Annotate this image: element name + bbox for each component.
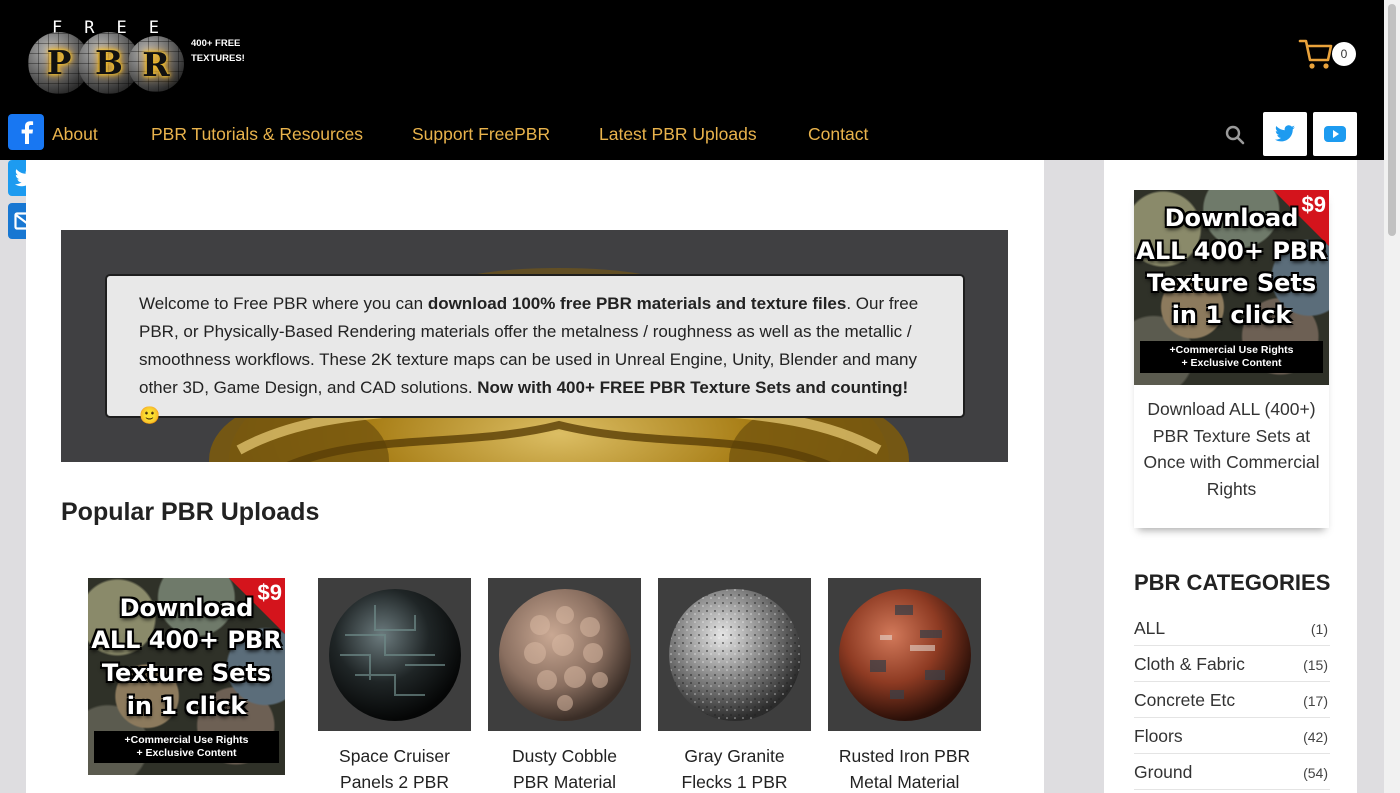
cart-button[interactable]: 0 bbox=[1298, 36, 1360, 72]
welcome-highlight-1: download 100% free PBR materials and tex… bbox=[427, 294, 847, 313]
logo-tagline: 400+ FREE TEXTURES! bbox=[191, 38, 245, 64]
product-card[interactable]: Rusted Iron PBR Metal Material bbox=[828, 578, 981, 793]
nav-tutorials[interactable]: PBR Tutorials & Resources bbox=[151, 124, 363, 145]
popular-uploads-heading: Popular PBR Uploads bbox=[61, 498, 320, 526]
twitter-header-button[interactable] bbox=[1263, 112, 1307, 156]
product-title[interactable]: Space Cruiser Panels 2 PBR bbox=[318, 743, 471, 793]
category-item[interactable]: ALL (1) bbox=[1134, 610, 1330, 646]
gray-granite-sphere-image bbox=[668, 588, 801, 721]
welcome-text-box: Welcome to Free PBR where you can downlo… bbox=[105, 274, 965, 425]
categories-heading: PBR CATEGORIES bbox=[1134, 570, 1331, 595]
sidebar-bundle-caption[interactable]: Download ALL (400+) PBR Texture Sets at … bbox=[1134, 396, 1329, 502]
sidebar-bundle-promo-image[interactable]: $9 Download ALL 400+ PBR Texture Sets in… bbox=[1134, 190, 1329, 385]
nav-support[interactable]: Support FreePBR bbox=[412, 124, 550, 145]
site-logo[interactable]: FREE P B R bbox=[22, 18, 184, 94]
twitter-icon bbox=[1275, 125, 1295, 142]
product-title[interactable]: Rusted Iron PBR Metal Material bbox=[828, 743, 981, 793]
youtube-icon bbox=[1324, 126, 1346, 142]
product-thumbnail[interactable] bbox=[658, 578, 811, 731]
product-card[interactable]: Space Cruiser Panels 2 PBR bbox=[318, 578, 471, 793]
cart-count-badge: 0 bbox=[1332, 42, 1356, 66]
cart-icon bbox=[1298, 39, 1333, 69]
logo-ball-r: R bbox=[128, 36, 184, 92]
site-header: FREE P B R 400+ FREE TEXTURES! 0 About P… bbox=[0, 0, 1384, 160]
space-cruiser-sphere-image bbox=[328, 588, 461, 721]
product-thumbnail[interactable] bbox=[318, 578, 471, 731]
category-item[interactable]: Floors (42) bbox=[1134, 718, 1330, 754]
promo-rights: +Commercial Use Rights + Exclusive Conte… bbox=[1140, 341, 1323, 373]
dusty-cobble-sphere-image bbox=[498, 588, 631, 721]
product-title[interactable]: Gray Granite Flecks 1 PBR bbox=[658, 743, 811, 793]
product-card[interactable]: Dusty Cobble PBR Material bbox=[488, 578, 641, 793]
bundle-promo-card[interactable]: $9 Download ALL 400+ PBR Texture Sets in… bbox=[88, 578, 285, 775]
search-button[interactable] bbox=[1224, 124, 1246, 146]
share-facebook-button[interactable] bbox=[8, 114, 44, 150]
logo-free-text: FREE bbox=[52, 18, 181, 38]
sidebar-bundle-card[interactable]: $9 Download ALL 400+ PBR Texture Sets in… bbox=[1134, 190, 1329, 528]
product-title[interactable]: Dusty Cobble PBR Material bbox=[488, 743, 641, 793]
nav-contact[interactable]: Contact bbox=[808, 124, 868, 145]
product-thumbnail[interactable] bbox=[488, 578, 641, 731]
product-card[interactable]: Gray Granite Flecks 1 PBR bbox=[658, 578, 811, 793]
sidebar: $9 Download ALL 400+ PBR Texture Sets in… bbox=[1104, 160, 1357, 793]
promo-rights: +Commercial Use Rights + Exclusive Conte… bbox=[94, 731, 279, 763]
hero-banner: Welcome to Free PBR where you can downlo… bbox=[61, 230, 1008, 462]
nav-about[interactable]: About bbox=[52, 124, 98, 145]
rusted-iron-sphere-image bbox=[838, 588, 971, 721]
product-thumbnail[interactable] bbox=[828, 578, 981, 731]
page-scrollbar[interactable] bbox=[1384, 0, 1400, 793]
category-item[interactable]: Ground (54) bbox=[1134, 754, 1330, 790]
scrollbar-thumb[interactable] bbox=[1388, 4, 1396, 236]
main-content: Welcome to Free PBR where you can downlo… bbox=[26, 160, 1044, 793]
smile-emoji-icon: 🙂 bbox=[139, 406, 161, 425]
category-item[interactable]: Concrete Etc (17) bbox=[1134, 682, 1330, 718]
youtube-header-button[interactable] bbox=[1313, 112, 1357, 156]
facebook-icon bbox=[21, 121, 34, 144]
search-icon bbox=[1225, 125, 1245, 145]
category-item[interactable]: Cloth & Fabric (15) bbox=[1134, 646, 1330, 682]
nav-latest-uploads[interactable]: Latest PBR Uploads bbox=[599, 124, 757, 145]
welcome-highlight-2: Now with 400+ FREE PBR Texture Sets and … bbox=[477, 378, 909, 397]
